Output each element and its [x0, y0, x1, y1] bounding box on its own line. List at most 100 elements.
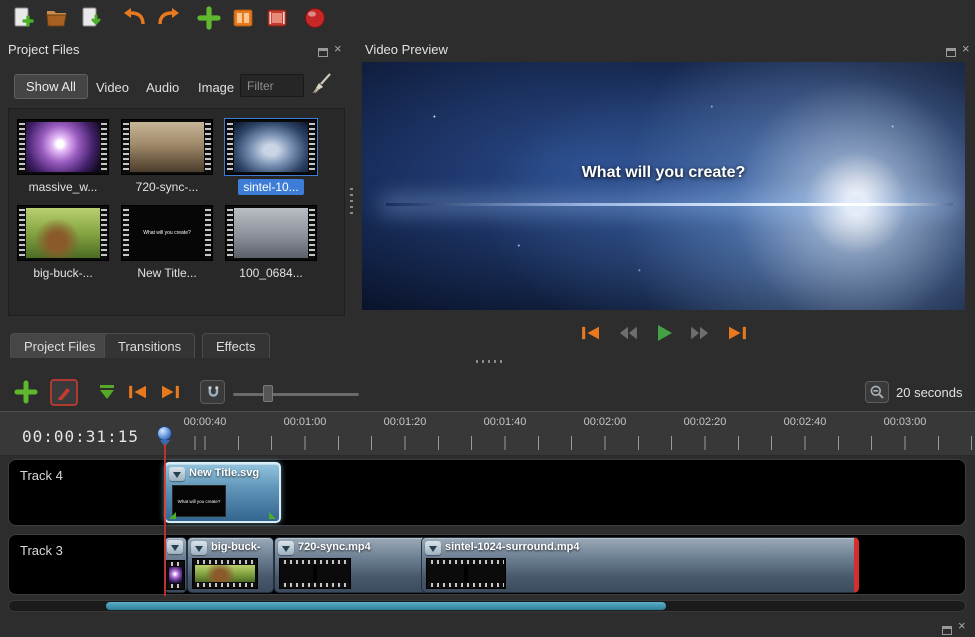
clip-menu-chevron-icon[interactable] — [278, 541, 294, 555]
open-project-icon[interactable] — [44, 5, 70, 31]
timeline-splitter-handle[interactable] — [476, 360, 504, 363]
new-project-icon[interactable] — [10, 5, 36, 31]
ruler-mark: 00:01:00 — [284, 416, 327, 428]
clip-menu-chevron-icon[interactable] — [169, 467, 185, 481]
timeline-float-icon[interactable] — [942, 622, 952, 637]
play-button[interactable] — [654, 324, 674, 342]
project-files-panel: Project Files × Show All Video Audio Ima… — [0, 40, 352, 360]
filter-input[interactable] — [240, 74, 304, 97]
jump-to-start-button[interactable] — [580, 325, 602, 341]
project-file-item[interactable]: 720-sync-... — [117, 119, 217, 196]
project-file-item[interactable]: What will you create? New Title... — [117, 205, 217, 282]
video-filter-button[interactable]: Video — [90, 75, 135, 100]
clip-massive[interactable]: m — [164, 537, 187, 593]
ruler-mark: 00:02:20 — [684, 416, 727, 428]
video-preview-title: Video Preview — [365, 42, 448, 57]
zoom-scale-button[interactable] — [865, 381, 889, 403]
clip-big-buck[interactable]: big-buck- — [187, 537, 274, 593]
keyframe-mark — [169, 512, 176, 519]
record-icon[interactable] — [302, 5, 328, 31]
timeline-close-icon[interactable]: × — [958, 621, 966, 631]
project-files-title: Project Files — [8, 42, 80, 57]
panel-float-icon[interactable] — [946, 44, 956, 62]
file-thumbnail — [225, 119, 317, 175]
panel-close-icon[interactable]: × — [962, 44, 970, 54]
export-video-icon[interactable] — [264, 5, 290, 31]
clip-thumbnail — [166, 560, 185, 590]
zoom-slider-handle[interactable] — [263, 385, 273, 402]
clip-thumbnail — [426, 558, 506, 589]
save-project-icon[interactable] — [78, 5, 104, 31]
clip-menu-chevron-icon[interactable] — [191, 541, 207, 555]
clear-filter-broom-icon[interactable] — [310, 72, 334, 96]
ruler-mark: 00:02:00 — [584, 416, 627, 428]
snapping-button[interactable] — [200, 380, 225, 404]
clip-menu-chevron-icon[interactable] — [425, 541, 441, 555]
clip-label: 720-sync.mp4 — [298, 541, 424, 553]
snapping-magnet-icon — [205, 385, 221, 399]
file-label: big-buck-... — [28, 265, 97, 281]
playhead-line[interactable] — [164, 444, 166, 596]
panel-float-icon[interactable] — [318, 44, 328, 62]
track-name: Track 4 — [20, 468, 63, 483]
clip-thumbnail — [279, 558, 351, 589]
show-all-button[interactable]: Show All — [14, 74, 88, 99]
file-thumbnail — [17, 119, 109, 175]
panel-close-icon[interactable]: × — [334, 44, 342, 54]
fast-forward-button[interactable] — [688, 325, 712, 341]
razor-tool-button[interactable] — [50, 379, 78, 406]
jump-to-end-button[interactable] — [726, 325, 748, 341]
current-time-display: 00:00:31:15 — [22, 427, 139, 446]
clip-sintel[interactable]: sintel-1024-surround.mp4 — [421, 537, 859, 593]
keyframe-mark — [269, 512, 276, 519]
tab-transitions[interactable]: Transitions — [104, 333, 195, 358]
video-preview-panel: Video Preview × What will you create? — [358, 40, 975, 360]
main-toolbar — [0, 0, 975, 36]
timeline-ruler[interactable]: 00:00:31:15 00:00:40 00:01:00 00:01:20 0… — [0, 411, 975, 456]
playback-controls — [580, 318, 760, 348]
import-files-icon[interactable] — [196, 5, 222, 31]
tab-project-files[interactable]: Project Files — [10, 333, 110, 358]
lens-flare — [386, 203, 953, 206]
image-filter-button[interactable]: Image — [192, 75, 240, 100]
zoom-slider-track[interactable] — [233, 393, 359, 396]
rewind-button[interactable] — [616, 325, 640, 341]
clip-720-sync[interactable]: 720-sync.mp4 — [274, 537, 429, 593]
ruler-mark: 00:00:40 — [184, 416, 227, 428]
file-thumbnail — [225, 205, 317, 261]
track-4: Track 4 New Title.svg What will you crea… — [8, 459, 966, 526]
track-3: Track 3 m big-buck- 720-sync.mp4 sintel-… — [8, 534, 966, 595]
project-file-item[interactable]: 100_0684... — [221, 205, 321, 282]
zoom-out-icon — [869, 384, 885, 400]
tab-effects[interactable]: Effects — [202, 333, 270, 358]
timeline-jump-end-icon[interactable] — [159, 384, 181, 400]
file-label: sintel-10... — [238, 179, 303, 195]
clip-new-title[interactable]: New Title.svg What will you create? — [164, 462, 281, 523]
timeline-scrollbar-thumb[interactable] — [106, 602, 666, 610]
file-thumbnail — [17, 205, 109, 261]
project-file-item[interactable]: massive_w... — [13, 119, 113, 196]
redo-icon[interactable] — [155, 5, 181, 31]
title-thumb-text: What will you create? — [143, 230, 191, 236]
playhead-handle[interactable] — [157, 426, 172, 441]
timeline-jump-start-icon[interactable] — [127, 384, 149, 400]
file-thumbnail — [121, 119, 213, 175]
file-thumbnail: What will you create? — [121, 205, 213, 261]
video-overlay-text: What will you create? — [362, 164, 965, 182]
file-label: massive_w... — [24, 179, 103, 195]
timeline-scrollbar-track[interactable] — [8, 600, 966, 612]
project-file-item-selected[interactable]: sintel-10... — [221, 119, 321, 196]
clip-label: New Title.svg — [189, 467, 275, 479]
choose-profile-icon[interactable] — [230, 5, 256, 31]
file-label: 100_0684... — [234, 265, 307, 281]
audio-filter-button[interactable]: Audio — [140, 75, 185, 100]
add-marker-icon[interactable] — [97, 384, 117, 401]
undo-icon[interactable] — [122, 5, 148, 31]
clip-thumbnail: What will you create? — [172, 485, 226, 517]
add-track-icon[interactable] — [14, 380, 38, 404]
clip-menu-chevron-icon[interactable] — [167, 540, 183, 554]
openshot-window: Project Files × Show All Video Audio Ima… — [0, 0, 975, 637]
panel-splitter-handle[interactable] — [350, 188, 353, 216]
project-file-item[interactable]: big-buck-... — [13, 205, 113, 282]
clip-label: big-buck- — [211, 541, 269, 553]
